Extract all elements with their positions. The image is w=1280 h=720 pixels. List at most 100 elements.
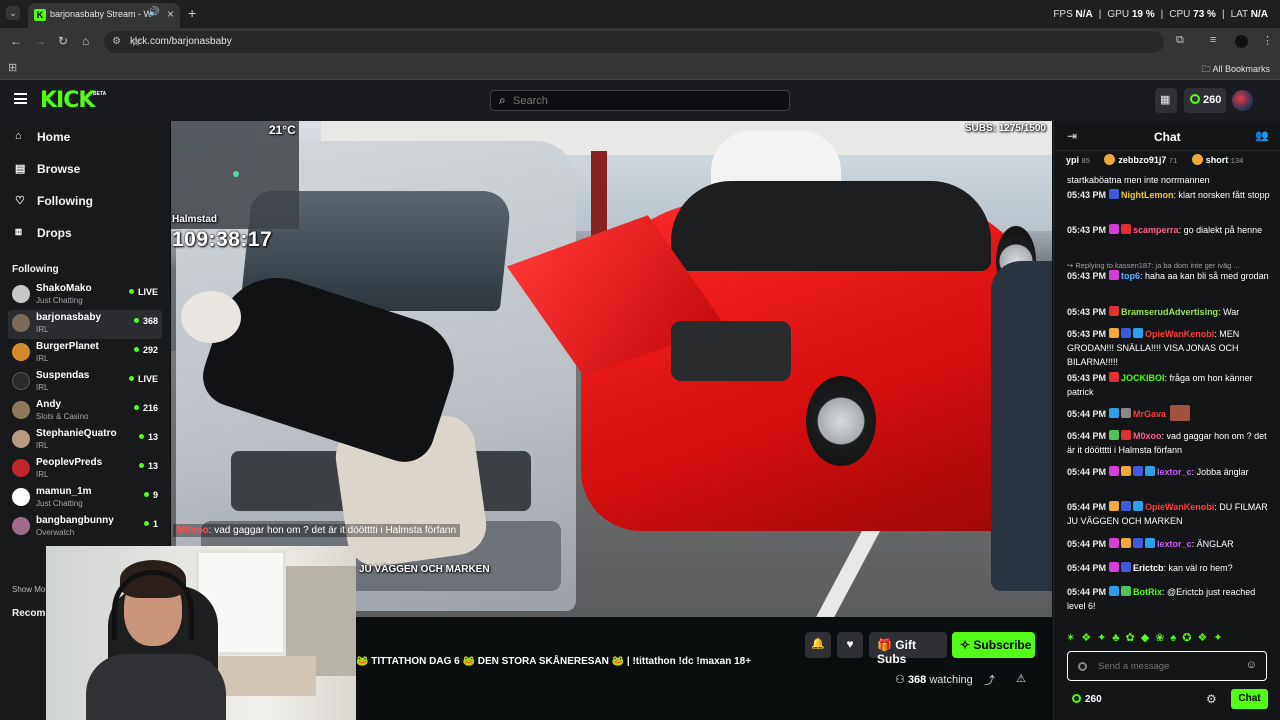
followed-channel[interactable]: bangbangbunny Overwatch 1 <box>8 513 162 542</box>
new-tab-icon[interactable]: + <box>188 5 196 21</box>
chat-username[interactable]: BramserudAdvertising <box>1121 307 1218 317</box>
chat-text: : kan väl ro hem? <box>1163 563 1233 573</box>
following-heading: Following <box>12 264 59 275</box>
emoji-picker-icon[interactable]: ☺ <box>1246 659 1257 671</box>
chat-username[interactable]: OpieWanKenobi <box>1145 502 1214 512</box>
apps-grid-icon[interactable]: ⊞ <box>8 61 17 74</box>
home-browser-icon[interactable]: ⌂ <box>82 34 89 48</box>
browser-menu-icon[interactable]: ⋮ <box>1262 34 1273 47</box>
extensions-icon[interactable]: ⧉ <box>1176 34 1184 47</box>
chat-username[interactable]: lextor_c <box>1157 467 1192 477</box>
hamburger-menu-icon[interactable] <box>14 93 27 104</box>
chat-messages: startkaböatna men inte norrmannen 05:43 P… <box>1054 173 1280 633</box>
chat-username[interactable]: top6 <box>1121 271 1140 281</box>
site-info-icon[interactable]: ⚙ <box>112 36 121 47</box>
chat-username[interactable]: MrGava <box>1133 409 1166 419</box>
forward-icon[interactable]: → <box>34 34 46 48</box>
browser-tab[interactable]: K barjonasbaby Stream - Watch 🔊 × <box>28 3 180 28</box>
sidebar-item-label: Home <box>37 130 71 144</box>
chat-username[interactable]: scamperra <box>1133 225 1179 235</box>
kick-favicon-icon: K <box>34 9 46 21</box>
chat-input[interactable] <box>1098 659 1238 674</box>
drops-button[interactable]: ▦ <box>1155 88 1177 113</box>
chat-username[interactable]: Erictcb <box>1133 563 1164 573</box>
user-avatar[interactable] <box>1232 90 1253 111</box>
chat-footer: 260 ⚙ Chat <box>1054 687 1280 711</box>
top-gifter[interactable]: short 134 <box>1191 154 1243 165</box>
profile-icon[interactable] <box>1235 35 1248 48</box>
kicks-balance: 260 <box>1203 94 1222 106</box>
notification-bell-button[interactable]: 🔔 <box>805 632 831 658</box>
followed-channel[interactable]: mamun_1m Just Chatting 9 <box>8 484 162 513</box>
search-input[interactable] <box>513 93 773 109</box>
channel-viewers: 13 <box>138 461 158 471</box>
chat-badge-icon <box>1121 328 1132 338</box>
chat-badge-icon <box>1121 430 1132 440</box>
emote-bar[interactable]: ✶❖✦♣✿◆❀♠✪❖✦ <box>1066 631 1276 647</box>
followed-channel[interactable]: BurgerPlanet IRL 292 <box>8 339 162 368</box>
kicks-balance-button[interactable]: 260 <box>1184 88 1226 113</box>
gifter-count: 85 <box>1081 156 1090 165</box>
url-field[interactable]: ⚙ kick.com/barjonasbaby ☆ <box>104 31 1164 53</box>
video-player[interactable]: 21°C Halmstad 109:38:17 SUBS: 1275/1500 … <box>171 121 1052 617</box>
tab-search-icon[interactable]: ⌄ <box>6 6 20 20</box>
collapse-chat-icon[interactable]: ⇥ <box>1067 129 1077 143</box>
followed-channel[interactable]: ShakoMako Just Chatting LIVE <box>8 281 162 310</box>
live-dot-icon <box>133 405 139 410</box>
chat-username[interactable]: NightLemon <box>1121 190 1174 200</box>
chat-badge-icon <box>1145 538 1156 548</box>
sidebar-item-following[interactable]: ♡ Following <box>0 189 170 213</box>
gift-subs-button[interactable]: 🎁 Gift Subs <box>869 632 947 666</box>
video-car-roof <box>671 181 991 271</box>
chat-kicks-balance[interactable]: 260 <box>1072 694 1102 705</box>
followed-channel[interactable]: PeoplevPreds IRL 13 <box>8 455 162 484</box>
chat-users-icon[interactable]: 👥 <box>1255 129 1269 142</box>
follow-button[interactable]: ♥ <box>837 632 863 658</box>
chat-username[interactable]: JOCKIBOI <box>1121 373 1165 383</box>
back-icon[interactable]: ← <box>10 34 22 48</box>
video-car-engine <box>671 321 791 381</box>
kick-logo[interactable]: KICK <box>40 88 95 113</box>
sidebar-item-home[interactable]: ⌂ Home <box>0 125 170 149</box>
channel-viewers: 368 <box>133 316 158 326</box>
followed-channel[interactable]: barjonasbaby IRL 368 <box>8 310 162 339</box>
chat-username[interactable]: M0xoo <box>1133 431 1162 441</box>
close-tab-icon[interactable]: × <box>167 7 174 21</box>
gpu-value: 19 % <box>1131 9 1155 20</box>
channel-category: Slots & Casino <box>36 412 89 421</box>
share-icon[interactable]: ⤴ <box>984 672 995 688</box>
timer-overlay: 109:38:17 <box>172 228 273 251</box>
gear-icon[interactable]: ⚙ <box>1206 692 1217 706</box>
send-chat-button[interactable]: Chat <box>1231 689 1268 709</box>
all-bookmarks-button[interactable]: 🗀 All Bookmarks <box>1201 62 1270 78</box>
gifter-badge-icon <box>1191 154 1203 165</box>
sidebar-item-browse[interactable]: ▤ Browse <box>0 157 170 181</box>
chat-timestamp: 05:44 PM <box>1067 563 1107 573</box>
bookmark-star-icon[interactable]: ☆ <box>130 34 1154 50</box>
chat-message: 05:43 PM scamperra: go dialekt på henne <box>1067 223 1271 237</box>
lat-value: N/A <box>1250 9 1268 20</box>
followed-channel[interactable]: StephanieQuatro IRL 13 <box>8 426 162 455</box>
chat-username[interactable]: lextor_c <box>1157 539 1192 549</box>
avatar <box>12 430 30 448</box>
reload-icon[interactable]: ↻ <box>58 34 68 48</box>
search-box[interactable]: ⌕ <box>490 90 790 111</box>
address-bar-row: ← → ↻ ⌂ ⚙ kick.com/barjonasbaby ☆ ⧉ ≡ ⋮ <box>0 28 1280 56</box>
speaker-icon[interactable]: 🔊 <box>148 7 160 18</box>
top-gifter[interactable]: ypi 85 <box>1066 155 1090 165</box>
chat-timestamp: 05:44 PM <box>1067 587 1107 597</box>
channel-name: BurgerPlanet <box>36 341 99 352</box>
followed-channel[interactable]: Suspendas IRL LIVE <box>8 368 162 397</box>
chat-input-box[interactable]: ☺ <box>1067 651 1267 681</box>
channel-name: PeoplevPreds <box>36 457 103 468</box>
sidebar-item-drops[interactable]: ⧈ Drops <box>0 221 170 245</box>
followed-channel[interactable]: Andy Slots & Casino 216 <box>8 397 162 426</box>
top-gifter[interactable]: zebbzo91j7 71 <box>1104 154 1177 165</box>
chat-username[interactable]: BotRix <box>1133 587 1162 597</box>
report-icon[interactable]: ⚠ <box>1016 672 1026 685</box>
chat-username[interactable]: OpieWanKenobi <box>1145 329 1214 339</box>
reading-list-icon[interactable]: ≡ <box>1210 34 1216 46</box>
lat-label: LAT <box>1230 9 1248 20</box>
sidebar-item-label: Drops <box>37 226 72 240</box>
subscribe-button[interactable]: ✧ Subscribe <box>952 632 1035 658</box>
